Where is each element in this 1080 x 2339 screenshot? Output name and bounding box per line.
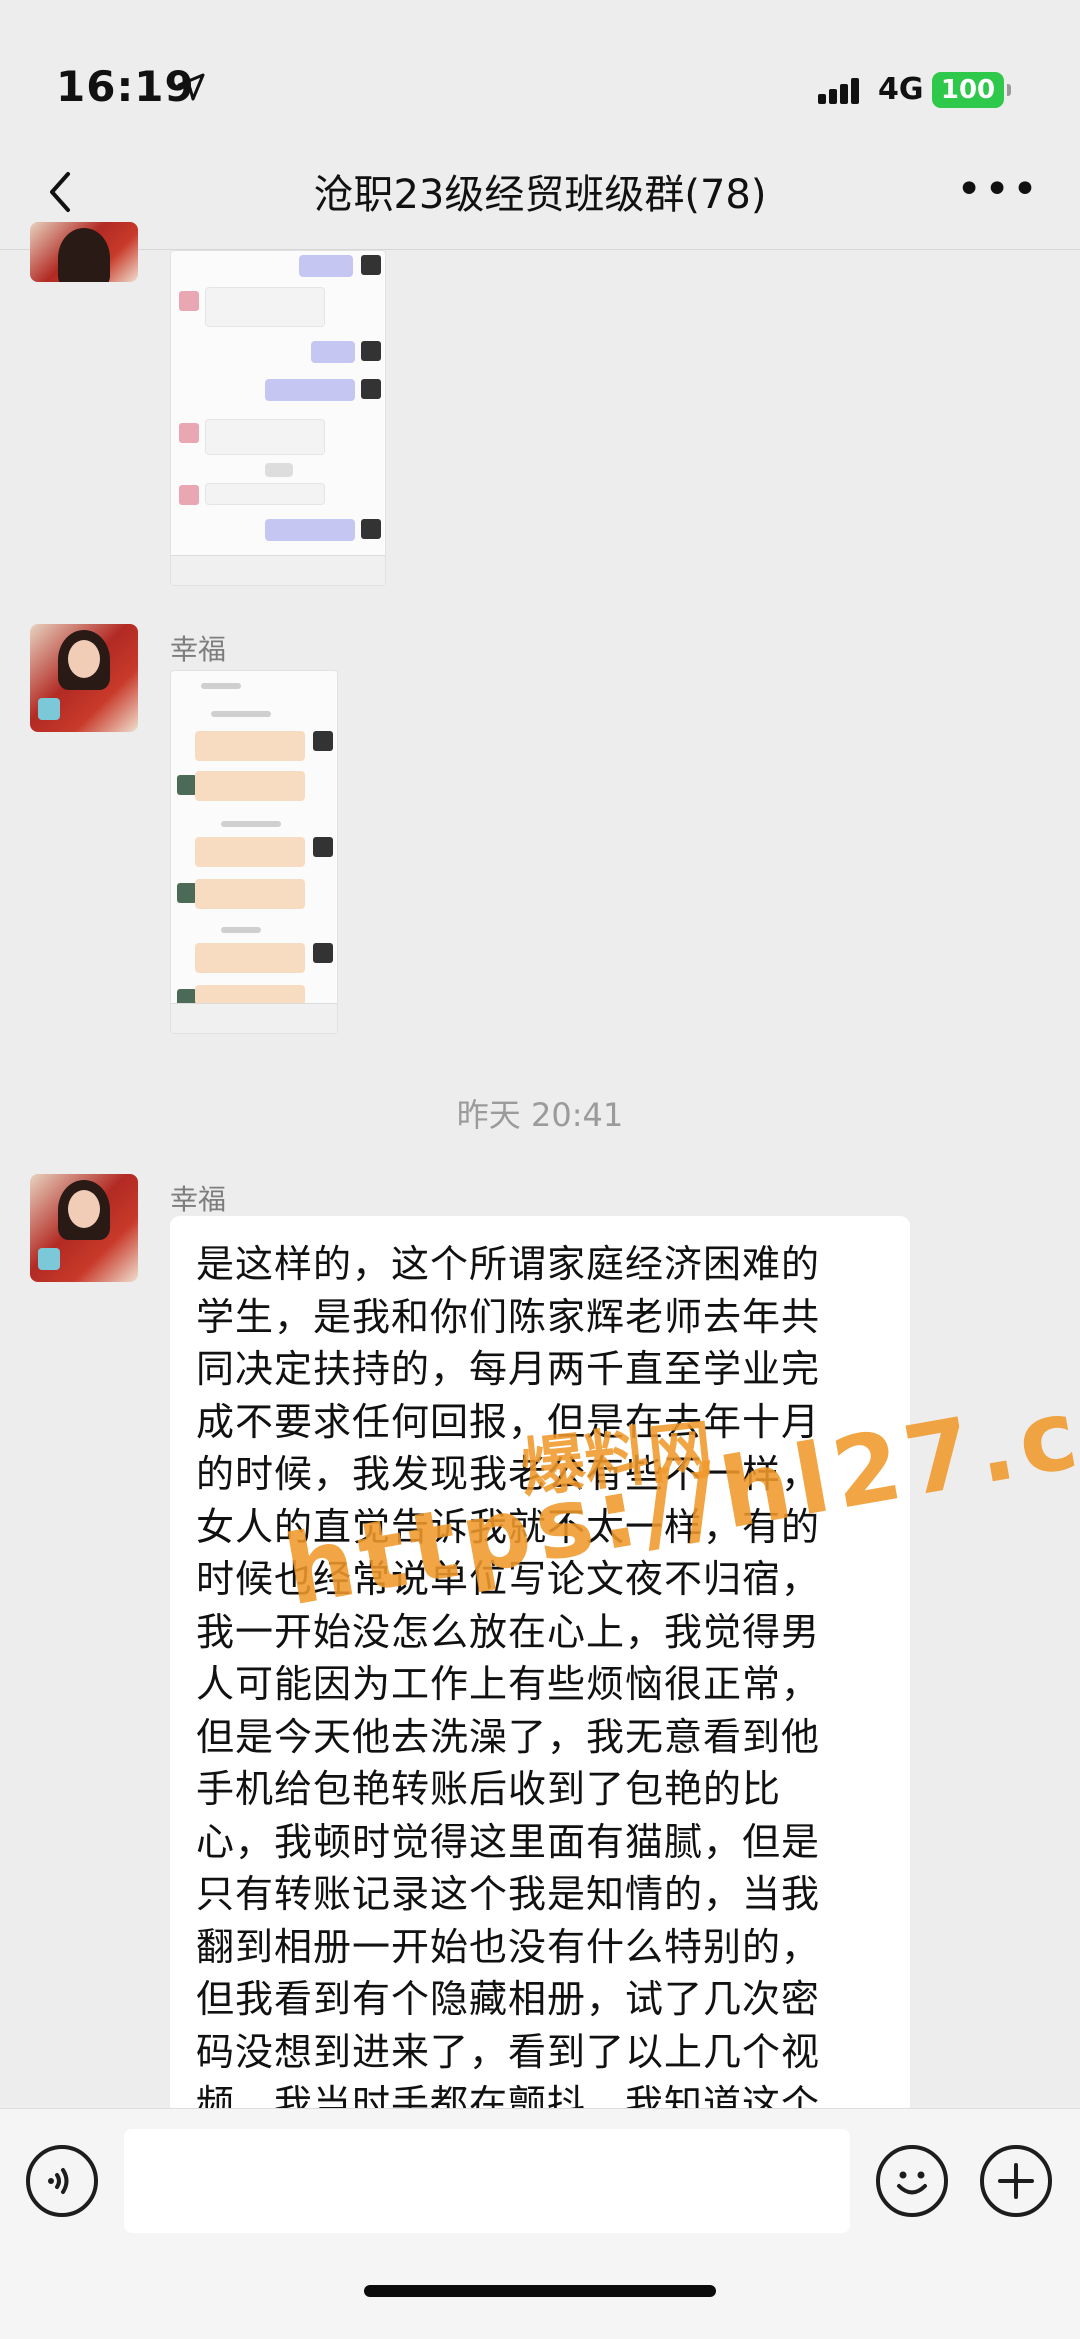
message-line: 的时候，我发现我老公有些不一样， [196,1452,821,1496]
avatar[interactable] [30,624,138,732]
battery-icon: 100 [932,72,1011,108]
message-line: 学生，是我和你们陈家辉老师去年共 [196,1294,821,1339]
location-arrow-icon [177,73,205,101]
message-line: 女人的直觉告诉我就不太一样，有的 [196,1504,821,1549]
sender-name: 幸福 [170,633,227,666]
message-text-input[interactable] [124,2129,850,2233]
message-line: 成不要求任何回报，但是在去年十月 [196,1399,821,1444]
message-line: 心，我顿时觉得这里面有猫腻，但是 [196,1819,821,1864]
status-time: 16:19 [56,62,195,111]
message-line: 翻到相册一开始也没有什么特别的， [196,1924,821,1969]
status-bar: 16:19 4G 100 [0,0,1080,140]
message-timestamp: 昨天 20:41 [456,1096,624,1134]
avatar[interactable] [30,1174,138,1282]
ellipsis-icon[interactable]: ••• [956,168,1040,212]
message-line: 码没想到进来了，看到了以上几个视 [196,2029,821,2074]
voice-icon[interactable] [26,2145,98,2217]
plus-icon[interactable] [980,2145,1052,2217]
cellular-signal-icon [818,78,859,104]
emoji-icon[interactable] [876,2145,948,2217]
chat-title: 沧职23级经贸班级群(78) [313,172,767,218]
chat-image-screenshot[interactable] [170,250,386,586]
text-message-bubble[interactable]: 是这样的，这个所谓家庭经济困难的 学生，是我和你们陈家辉老师去年共 同决定扶持的… [170,1216,910,2216]
message-line: 人可能因为工作上有些烦恼很正常， [196,1662,821,1706]
message-line: 手机给包艳转账后收到了包艳的比 [196,1767,782,1811]
message-line: 我一开始没怎么放在心上，我觉得男 [196,1609,821,1654]
message-line: 时候也经常说单位写论文夜不归宿， [196,1557,821,1601]
message-line: 同决定扶持的，每月两千直至学业完 [196,1347,821,1391]
avatar[interactable] [30,222,138,282]
message-line: 但我看到有个隐藏相册，试了几次密 [196,1977,821,2021]
message-line: 只有转账记录这个我是知情的，当我 [196,1872,821,1916]
message-line: 但是今天他去洗澡了，我无意看到他 [196,1714,821,1759]
message-line: 是这样的，这个所谓家庭经济困难的 [196,1242,821,1286]
home-indicator [364,2285,716,2297]
network-type: 4G [878,72,924,107]
chat-image-screenshot[interactable] [170,670,338,1034]
message-input-bar [0,2108,1080,2339]
sender-name: 幸福 [170,1183,227,1216]
chat-header: 沧职23级经贸班级群(78) ••• [0,140,1080,250]
